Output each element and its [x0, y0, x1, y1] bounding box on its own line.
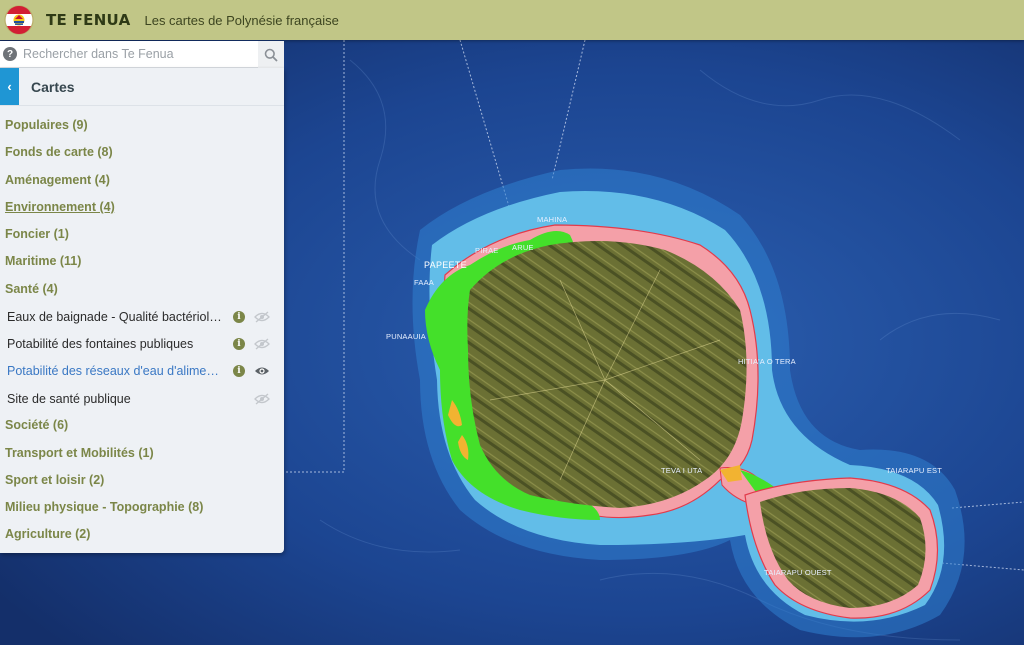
layer-label: Site de santé publique [7, 391, 131, 406]
category-foncier[interactable]: Foncier (1) [0, 221, 284, 248]
category-maritime[interactable]: Maritime (11) [0, 248, 284, 275]
category-agriculture[interactable]: Agriculture (2) [0, 521, 284, 548]
category-sport-loisir[interactable]: Sport et loisir (2) [0, 467, 284, 494]
search-button[interactable] [258, 41, 284, 68]
layer-eaux-baignade[interactable]: Eaux de baignade - Qualité bactériologiq… [0, 303, 284, 330]
category-populaires[interactable]: Populaires (9) [0, 112, 284, 139]
info-icon[interactable]: i [233, 310, 245, 323]
chevron-left-icon: ‹ [7, 79, 12, 94]
map-label-arue: ARUE [512, 243, 534, 252]
app-subtitle: Les cartes de Polynésie française [144, 12, 339, 28]
back-button[interactable]: ‹ [0, 68, 19, 105]
category-environnement[interactable]: Environnement (4) [0, 194, 284, 221]
maps-panel: ‹ Cartes Populaires (9) Fonds de carte (… [0, 68, 284, 553]
category-milieu-physique[interactable]: Milieu physique - Topographie (8) [0, 494, 284, 521]
layer-reseaux-eau[interactable]: Potabilité des réseaux d'eau d'alimentat… [0, 358, 284, 385]
info-icon[interactable]: i [233, 338, 245, 351]
eye-off-icon[interactable] [254, 393, 270, 405]
eye-off-icon[interactable] [254, 311, 270, 323]
category-societe[interactable]: Société (6) [0, 412, 284, 439]
layer-label: Potabilité des réseaux d'eau d'alimentat… [7, 364, 225, 379]
panel-title: Cartes [31, 78, 75, 95]
map-label-pirae: PIRAE [475, 246, 499, 255]
panel-header: ‹ Cartes [0, 68, 284, 106]
search-bar: ? [0, 41, 284, 68]
map-label-mahina: MAHINA [537, 215, 567, 224]
category-amenagement[interactable]: Aménagement (4) [0, 167, 284, 194]
category-fonds-de-carte[interactable]: Fonds de carte (8) [0, 139, 284, 166]
category-sante[interactable]: Santé (4) [0, 276, 284, 303]
map-label-taiarapu-ouest: TAIARAPU OUEST [764, 568, 832, 577]
map-label-faaa: FAAA [414, 278, 434, 287]
layer-label: Potabilité des fontaines publiques [7, 337, 194, 352]
eye-icon[interactable] [254, 365, 270, 377]
map-label-hitiaa: HITIA'A O TERA [738, 357, 796, 366]
help-icon[interactable]: ? [3, 47, 17, 61]
app-title: TE FENUA [46, 11, 131, 29]
search-input[interactable] [23, 47, 253, 61]
app-header: TE FENUA Les cartes de Polynésie françai… [0, 0, 1024, 40]
layer-label: Eaux de baignade - Qualité bactériologiq… [7, 309, 225, 324]
category-list: Populaires (9) Fonds de carte (8) Aménag… [0, 106, 284, 549]
polynesia-flag-logo-icon[interactable] [4, 5, 34, 35]
map-label-punaauia: PUNAAUIA [386, 332, 426, 341]
info-icon[interactable]: i [233, 365, 245, 378]
category-transport[interactable]: Transport et Mobilités (1) [0, 440, 284, 467]
layer-fontaines-publiques[interactable]: Potabilité des fontaines publiques i [0, 330, 284, 357]
eye-off-icon[interactable] [254, 338, 270, 350]
map-label-taiarapu-est: TAIARAPU EST [886, 466, 942, 475]
map-label-papeete: PAPEETE [424, 260, 467, 270]
layer-site-sante-publique[interactable]: Site de santé publique [0, 385, 284, 412]
map-label-teva: TEVA I UTA [661, 466, 702, 475]
search-icon [264, 48, 278, 62]
